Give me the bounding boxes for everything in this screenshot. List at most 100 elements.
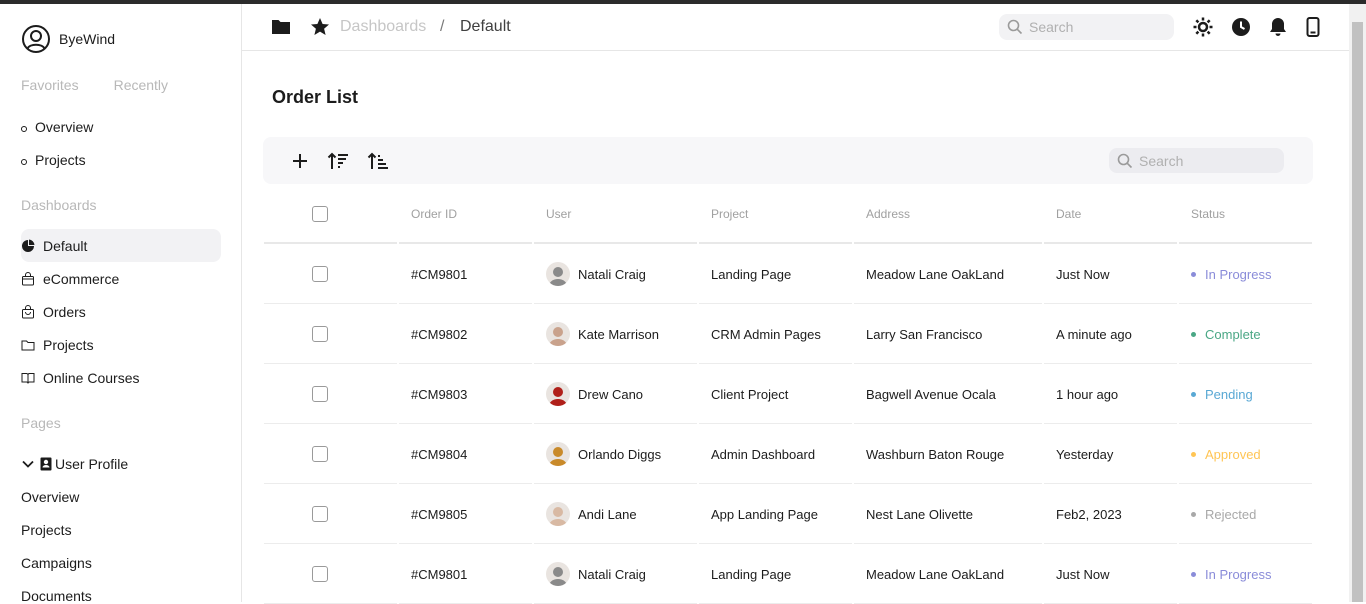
top-search-box[interactable] bbox=[999, 14, 1174, 40]
sidebar-subitem-overview[interactable]: Overview bbox=[21, 489, 79, 505]
table-row[interactable]: #CM9803 Drew Cano Client Project Bagwell… bbox=[264, 364, 1312, 424]
phone-icon[interactable] bbox=[1302, 16, 1324, 38]
user-circle-icon bbox=[22, 25, 50, 53]
shopping-bag-icon bbox=[21, 271, 35, 286]
scrollbar-thumb[interactable] bbox=[1352, 22, 1363, 602]
tab-favorites[interactable]: Favorites bbox=[21, 77, 79, 93]
table-row[interactable]: #CM9802 Kate Marrison CRM Admin Pages La… bbox=[264, 304, 1312, 364]
row-checkbox[interactable] bbox=[312, 506, 328, 522]
column-header-project[interactable]: Project bbox=[711, 184, 748, 243]
sidebar-item-projects[interactable]: Projects bbox=[21, 328, 221, 361]
favorite-item-projects[interactable]: Projects bbox=[21, 152, 86, 168]
tab-recently[interactable]: Recently bbox=[114, 77, 168, 93]
order-id-cell: #CM9802 bbox=[411, 326, 468, 342]
row-checkbox[interactable] bbox=[312, 566, 328, 582]
order-table: Order ID User Project Address Date Statu… bbox=[264, 184, 1312, 604]
bell-icon[interactable] bbox=[1267, 16, 1289, 38]
column-header-date[interactable]: Date bbox=[1056, 184, 1081, 243]
table-row[interactable]: #CM9805 Andi Lane App Landing Page Nest … bbox=[264, 484, 1312, 544]
status-cell: In Progress bbox=[1191, 544, 1271, 604]
sidebar-item-orders[interactable]: Orders bbox=[21, 295, 221, 328]
table-row[interactable]: #CM9804 Orlando Diggs Admin Dashboard Wa… bbox=[264, 424, 1312, 484]
row-select-cell bbox=[312, 424, 328, 484]
user-name: Natali Craig bbox=[578, 566, 646, 582]
sidebar-item-default[interactable]: Default bbox=[21, 229, 221, 262]
sidebar-subitem-projects[interactable]: Projects bbox=[21, 522, 72, 538]
sidebar-item-label: Default bbox=[43, 237, 88, 254]
avatar-face bbox=[553, 327, 563, 337]
breadcrumb-separator: / bbox=[440, 18, 445, 35]
sort-asc-icon[interactable] bbox=[366, 149, 390, 173]
column-header-status[interactable]: Status bbox=[1191, 184, 1225, 243]
column-header-user[interactable]: User bbox=[546, 184, 571, 243]
brand[interactable]: ByeWind bbox=[21, 24, 115, 54]
row-checkbox[interactable] bbox=[312, 326, 328, 342]
status-badge: Complete bbox=[1205, 326, 1261, 342]
sun-icon[interactable] bbox=[1192, 16, 1214, 38]
top-search-input[interactable] bbox=[1029, 19, 1159, 35]
star-icon[interactable] bbox=[309, 16, 331, 38]
user-name: Andi Lane bbox=[578, 506, 637, 522]
sidebar-item-user-profile[interactable]: User Profile bbox=[21, 447, 221, 480]
sidebar-subitem-campaigns[interactable]: Campaigns bbox=[21, 555, 92, 571]
vertical-scrollbar[interactable] bbox=[1349, 4, 1366, 602]
sidebar-subitem-documents[interactable]: Documents bbox=[21, 588, 92, 602]
page-title: Order List bbox=[272, 87, 359, 107]
avatar bbox=[546, 322, 570, 346]
project-cell: Landing Page bbox=[711, 566, 792, 582]
avatar bbox=[546, 562, 570, 586]
sort-desc-icon[interactable] bbox=[326, 149, 350, 173]
avatar bbox=[546, 442, 570, 466]
select-all-cell bbox=[312, 184, 328, 243]
select-all-checkbox[interactable] bbox=[312, 205, 328, 222]
avatar bbox=[546, 382, 570, 406]
status-dot bbox=[1191, 511, 1196, 517]
favorite-item-overview[interactable]: Overview bbox=[21, 119, 93, 135]
address-cell: Bagwell Avenue Ocala bbox=[866, 386, 996, 402]
date-cell: Just Now bbox=[1056, 566, 1110, 582]
sidebar-item-label: eCommerce bbox=[43, 270, 120, 287]
id-badge-icon bbox=[39, 457, 53, 471]
column-header-address[interactable]: Address bbox=[866, 184, 910, 243]
pie-chart-icon bbox=[21, 239, 35, 253]
row-checkbox[interactable] bbox=[312, 446, 328, 462]
sidebar-item-label: Orders bbox=[43, 303, 86, 320]
user-cell: Andi Lane bbox=[546, 484, 637, 544]
section-label-dashboards: Dashboards bbox=[21, 197, 97, 213]
user-cell: Drew Cano bbox=[546, 364, 643, 424]
book-icon bbox=[21, 371, 35, 385]
table-header-row: Order ID User Project Address Date Statu… bbox=[264, 184, 1312, 244]
bullet-icon bbox=[21, 125, 27, 132]
breadcrumb-dashboards[interactable]: Dashboards bbox=[340, 18, 426, 36]
sidebar-item-label: Online Courses bbox=[43, 369, 140, 386]
sidebar-item-online-courses[interactable]: Online Courses bbox=[21, 361, 221, 394]
status-dot bbox=[1191, 271, 1196, 277]
folder-icon bbox=[21, 338, 35, 352]
date-cell: A minute ago bbox=[1056, 326, 1132, 342]
table-search-box[interactable] bbox=[1109, 148, 1284, 173]
table-row[interactable]: #CM9801 Natali Craig Landing Page Meadow… bbox=[264, 544, 1312, 604]
bullet-icon bbox=[21, 158, 27, 165]
order-id-cell: #CM9801 bbox=[411, 266, 468, 282]
folder-icon[interactable] bbox=[270, 16, 292, 38]
project-cell: CRM Admin Pages bbox=[711, 326, 821, 342]
row-select-cell bbox=[312, 304, 328, 364]
sidebar-item-ecommerce[interactable]: eCommerce bbox=[21, 262, 221, 295]
avatar-face bbox=[553, 447, 563, 457]
history-icon[interactable] bbox=[1230, 16, 1252, 38]
user-name: Drew Cano bbox=[578, 386, 644, 402]
table-search-input[interactable] bbox=[1139, 152, 1269, 169]
date-cell: 1 hour ago bbox=[1056, 386, 1119, 402]
brand-name: ByeWind bbox=[59, 31, 116, 47]
status-dot bbox=[1191, 451, 1196, 457]
column-header-order-id[interactable]: Order ID bbox=[411, 184, 457, 243]
user-cell: Natali Craig bbox=[546, 244, 646, 304]
row-checkbox[interactable] bbox=[312, 386, 328, 402]
status-badge: Rejected bbox=[1205, 506, 1257, 522]
row-select-cell bbox=[312, 544, 328, 604]
top-navbar: Dashboards / Default bbox=[242, 4, 1349, 51]
row-checkbox[interactable] bbox=[312, 266, 328, 282]
add-icon[interactable] bbox=[288, 149, 312, 173]
search-icon bbox=[1007, 19, 1023, 35]
table-row[interactable]: #CM9801 Natali Craig Landing Page Meadow… bbox=[264, 244, 1312, 304]
